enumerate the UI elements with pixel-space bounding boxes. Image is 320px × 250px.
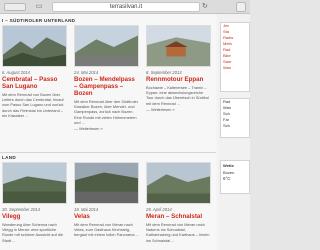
section-heading: I – SÜDTIROLER UNTERLAND (2, 18, 76, 23)
post-date: 8. September 2013 (146, 70, 182, 75)
sidebar: Jec Sta Radw Meth Rad Bike Sanr Wan Rad … (218, 14, 250, 250)
sidebar-toggle-button[interactable] (4, 3, 26, 11)
post-excerpt: Mit dem Rennrad über den Südtiroler Klas… (74, 99, 139, 125)
post-card[interactable]: 18. Mai 2014 Velas Mit dem Rennrad von M… (74, 162, 139, 238)
post-excerpt: Mit dem Rennrad von Meran nach Velas, zu… (74, 222, 139, 238)
sidebar-menu: Jec Sta Radw Meth Rad Bike Sanr Wan (220, 22, 250, 92)
section-heading: LAND (2, 155, 16, 160)
post-excerpt: Wanderung über Schenna nach Vilegg in Me… (2, 222, 63, 243)
post-thumbnail[interactable] (146, 162, 211, 204)
post-card[interactable]: 8. September 2013 Rennmotour Eppan Bocha… (146, 25, 211, 112)
share-icon[interactable] (236, 2, 246, 12)
read-more-link[interactable]: — Weiterlesen » (146, 107, 211, 112)
post-thumbnail[interactable] (74, 25, 139, 67)
sidebar-link[interactable]: Sch (221, 123, 249, 129)
post-card[interactable]: 29. April 2014 Meran – Schnalstal Mit de… (146, 162, 211, 243)
weather-temperature: 6°C (223, 176, 231, 181)
history-icon[interactable]: ▭ (34, 3, 44, 11)
post-title[interactable]: Velas (74, 213, 139, 220)
post-excerpt: Bochawie – Kalterersee – Tramin – Eppan:… (146, 85, 209, 106)
browser-toolbar: ▭ terrasilvan.it ↻ (0, 0, 250, 14)
post-excerpt: Mit dem Rennrad von Bozen über Leifers d… (2, 92, 64, 118)
post-title[interactable]: Bozen – Mendelpass – Gampenpass – Bozen (74, 76, 139, 97)
post-date: 24. Mai 2014 (74, 70, 99, 75)
sidebar-link[interactable]: Wan (221, 65, 249, 71)
main-content: I – SÜDTIROLER UNTERLAND 6. August 2014 … (0, 14, 216, 250)
post-date: 6. August 2014 (2, 70, 31, 75)
post-thumbnail[interactable] (146, 25, 211, 67)
address-bar[interactable]: terrasilvan.it (52, 2, 200, 12)
post-card[interactable]: 6. August 2014 Cembratal – Passo San Lug… (2, 25, 67, 118)
post-title[interactable]: Vilegg (2, 213, 67, 220)
reload-icon[interactable]: ↻ (202, 2, 208, 12)
weather-widget: Wette Bozen 6°C (220, 160, 250, 194)
web-page: I – SÜDTIROLER UNTERLAND 6. August 2014 … (0, 14, 250, 250)
sidebar-menu-secondary: Rad Wan Sch Far Sch (220, 98, 250, 138)
post-card[interactable]: 24. Mai 2014 Bozen – Mendelpass – Gampen… (74, 25, 139, 131)
post-title[interactable]: Rennmotour Eppan (146, 76, 211, 83)
post-title[interactable]: Meran – Schnalstal (146, 213, 211, 220)
post-card[interactable]: 30. September 2014 Vilegg Wanderung über… (2, 162, 67, 243)
post-thumbnail[interactable] (2, 162, 67, 204)
post-date: 18. Mai 2014 (74, 207, 99, 212)
post-date: 30. September 2014 (2, 207, 40, 212)
post-thumbnail[interactable] (74, 162, 139, 204)
post-thumbnail[interactable] (2, 25, 67, 67)
post-excerpt: Mit dem Rennrad von Meran nach Naturns i… (146, 222, 210, 243)
read-more-link[interactable]: — Weiterlesen » (74, 126, 139, 131)
weather-label: Wette (223, 163, 234, 168)
divider (0, 152, 216, 153)
post-title[interactable]: Cembratal – Passo San Lugano (2, 76, 67, 90)
post-date: 29. April 2014 (146, 207, 172, 212)
